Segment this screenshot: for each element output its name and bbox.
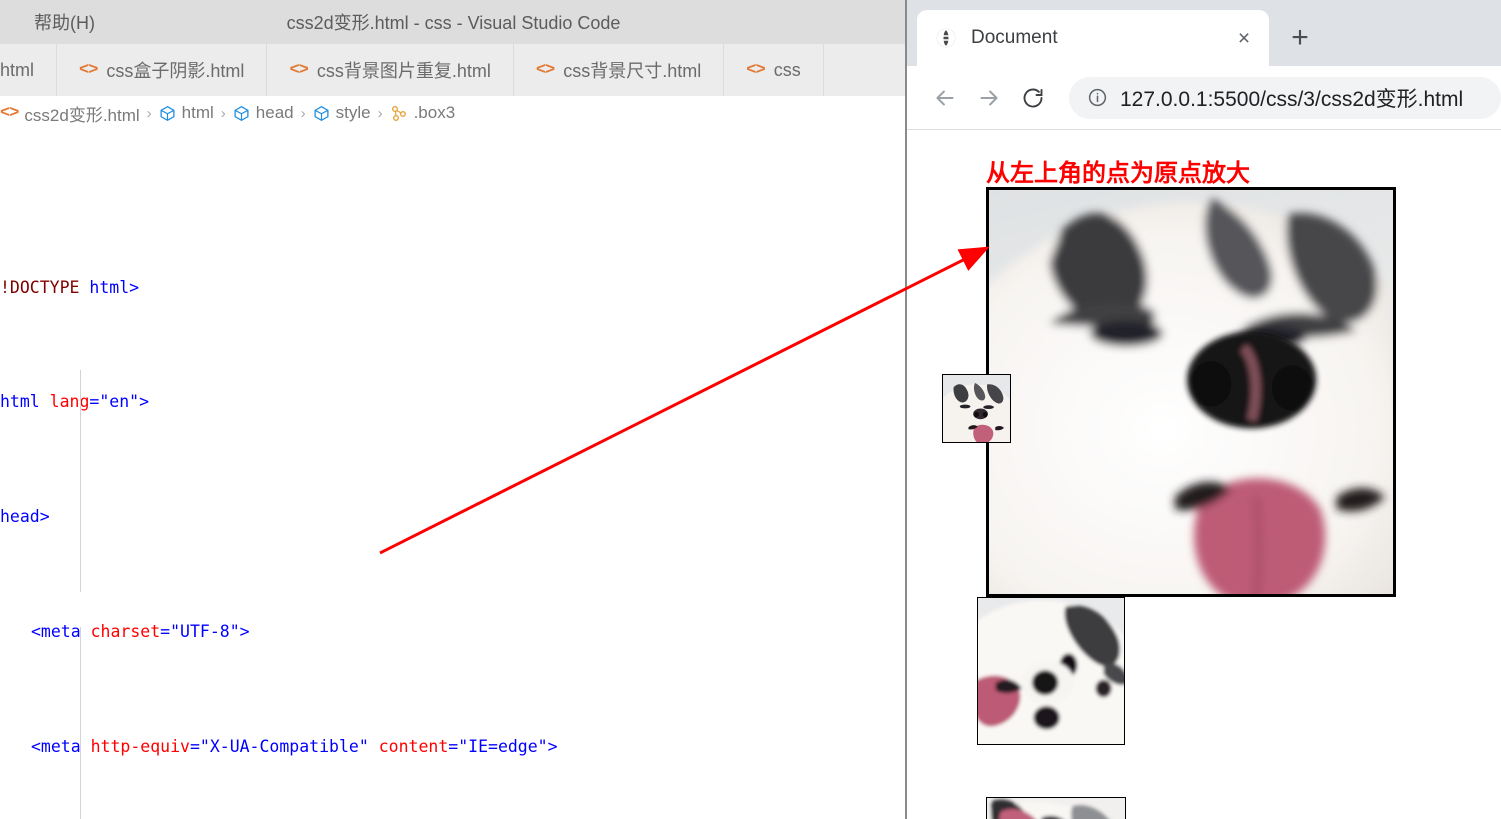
browser-toolbar: 127.0.0.1:5500/css/3/css2d变形.html bbox=[907, 66, 1501, 130]
menu-item-help[interactable]: 帮助(H) bbox=[24, 9, 105, 35]
annotation-note: 从左上角的点为原点放大 bbox=[986, 159, 1250, 187]
editor-tab[interactable]: <> css背景图片重复.html bbox=[267, 44, 514, 96]
code-line: <meta http-equiv="X-UA-Compatible" conte… bbox=[31, 736, 558, 756]
reload-icon[interactable] bbox=[1011, 76, 1055, 120]
code-token-attr: lang bbox=[49, 392, 90, 412]
breadcrumb-label: .box3 bbox=[413, 103, 456, 122]
breadcrumb-label: html bbox=[181, 103, 214, 122]
browser-tab-strip: Document × + bbox=[907, 0, 1501, 66]
browser-window: Document × + 127.0.0.1:5500/css/3/css2d变… bbox=[905, 0, 1501, 819]
code-line: !DOCTYPE html> bbox=[0, 274, 907, 303]
css-rule-icon bbox=[390, 105, 408, 122]
box-mid bbox=[977, 597, 1125, 745]
code-token-tag: <meta bbox=[31, 736, 91, 756]
breadcrumb-separator: › bbox=[300, 104, 306, 122]
breadcrumb: <> css2d变形.html › html › head › style › … bbox=[0, 96, 907, 130]
html-file-icon: <> bbox=[535, 60, 555, 80]
tab-label: html bbox=[0, 59, 35, 80]
code-token-eq: = bbox=[160, 621, 171, 641]
info-circle-icon[interactable] bbox=[1087, 87, 1108, 108]
code-token-close: > bbox=[547, 736, 558, 756]
code-token-close: > bbox=[139, 392, 150, 412]
box1-scaled bbox=[986, 187, 1396, 597]
code-token-string: "IE=edge" bbox=[458, 736, 548, 756]
url-text: 127.0.0.1:5500/css/3/css2d变形.html bbox=[1120, 87, 1464, 111]
breadcrumb-item-html[interactable]: html bbox=[159, 103, 214, 123]
breadcrumb-label: css2d变形.html bbox=[24, 105, 140, 125]
breadcrumb-label: style bbox=[335, 103, 371, 122]
breadcrumb-item-head[interactable]: head bbox=[233, 103, 294, 123]
code-line: <meta charset="UTF-8"> bbox=[0, 618, 907, 647]
close-icon[interactable]: × bbox=[1231, 25, 1257, 51]
code-token-tag: <meta bbox=[31, 621, 91, 641]
code-token-tag: html> bbox=[89, 277, 140, 297]
code-line: head> bbox=[0, 503, 907, 532]
globe-icon bbox=[935, 27, 957, 49]
code-token-tag: html bbox=[0, 392, 50, 412]
breadcrumb-item-style[interactable]: style bbox=[313, 103, 371, 123]
code-token-string: "X-UA-Compatible" bbox=[199, 736, 369, 756]
editor-tab[interactable]: <> css bbox=[724, 44, 824, 96]
page-content: 从左上角的点为原点放大 bbox=[907, 131, 1501, 819]
tab-label: css背景尺寸.html bbox=[563, 61, 702, 81]
html-file-icon: <> bbox=[79, 60, 98, 80]
box2-scaled bbox=[942, 374, 1011, 443]
code-token-string: "en" bbox=[99, 392, 140, 412]
tab-label: css盒子阴影.html bbox=[106, 61, 245, 81]
html-file-icon: <> bbox=[0, 103, 19, 123]
html-file-icon: <> bbox=[289, 60, 308, 80]
forward-icon[interactable] bbox=[967, 76, 1011, 120]
code-token-attr: content bbox=[378, 736, 449, 756]
indent-guide bbox=[80, 627, 81, 819]
cube-icon bbox=[159, 105, 176, 122]
browser-tab[interactable]: Document × bbox=[917, 10, 1269, 66]
cube-icon bbox=[233, 105, 250, 122]
breadcrumb-item-file[interactable]: <> css2d变形.html bbox=[0, 101, 140, 126]
screenshot-root: 帮助(H) css2d变形.html - css - Visual Studio… bbox=[0, 0, 1501, 819]
html-file-icon: <> bbox=[746, 60, 765, 80]
window-title: css2d变形.html - css - Visual Studio Code bbox=[286, 13, 621, 33]
back-icon[interactable] bbox=[923, 76, 967, 120]
address-bar[interactable]: 127.0.0.1:5500/css/3/css2d变形.html bbox=[1069, 76, 1501, 119]
new-tab-button[interactable]: + bbox=[1281, 19, 1319, 57]
code-token-tag: head> bbox=[0, 507, 50, 527]
box-bottom bbox=[986, 797, 1126, 819]
cube-icon bbox=[313, 105, 330, 122]
code-token-doctype: !DOCTYPE bbox=[0, 277, 90, 297]
breadcrumb-separator: › bbox=[146, 104, 152, 122]
tab-label: css背景图片重复.html bbox=[316, 61, 491, 81]
vscode-title-bar: 帮助(H) css2d变形.html - css - Visual Studio… bbox=[0, 0, 907, 44]
indent-guide bbox=[80, 370, 81, 592]
browser-tab-title: Document bbox=[971, 27, 1058, 48]
breadcrumb-item-rule[interactable]: .box3 bbox=[390, 103, 456, 123]
editor-tab[interactable]: html bbox=[0, 44, 58, 96]
code-editor[interactable]: !DOCTYPE html> html lang="en"> head> <me… bbox=[0, 130, 907, 819]
code-token-string: "UTF-8" bbox=[170, 621, 240, 641]
code-token-attr: http-equiv bbox=[90, 736, 190, 756]
breadcrumb-separator: › bbox=[220, 104, 226, 122]
editor-tab[interactable]: <> css背景尺寸.html bbox=[513, 44, 725, 96]
vscode-window: 帮助(H) css2d变形.html - css - Visual Studio… bbox=[0, 0, 907, 819]
code-token-close: > bbox=[239, 621, 250, 641]
breadcrumb-separator: › bbox=[377, 104, 383, 122]
code-token-attr: charset bbox=[90, 621, 161, 641]
editor-tab[interactable]: <> css盒子阴影.html bbox=[57, 44, 268, 96]
code-token-eq: = bbox=[89, 392, 100, 412]
code-line: html lang="en"> bbox=[0, 388, 907, 417]
editor-tab-bar: html <> css盒子阴影.html <> css背景图片重复.html <… bbox=[0, 44, 907, 96]
breadcrumb-label: head bbox=[255, 103, 294, 122]
tab-label: css bbox=[773, 59, 801, 80]
